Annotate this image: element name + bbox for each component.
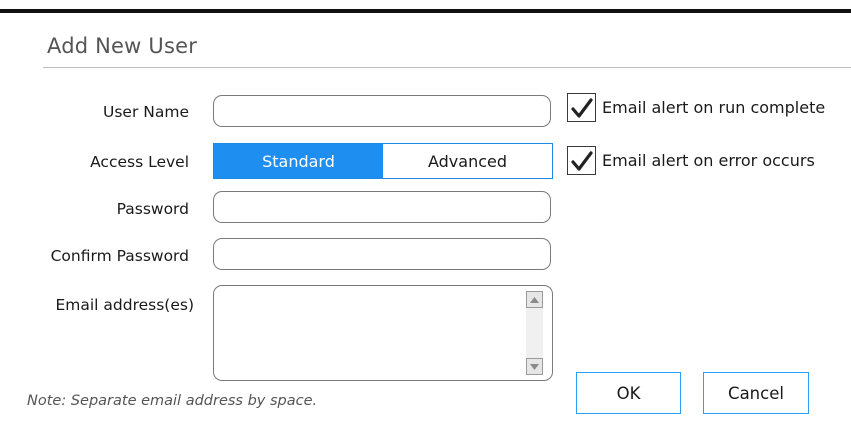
title-divider [43, 67, 851, 68]
access-level-label: Access Level [90, 153, 189, 171]
ok-button[interactable]: OK [576, 372, 681, 414]
confirm-password-input[interactable] [213, 238, 551, 270]
password-input[interactable] [213, 191, 551, 223]
user-name-label: User Name [103, 103, 189, 121]
checkmark-icon [570, 97, 593, 118]
cancel-button[interactable]: Cancel [703, 372, 809, 414]
alert-error-row[interactable]: Email alert on error occurs [567, 146, 815, 175]
alert-error-checkbox[interactable] [567, 146, 596, 175]
email-note: Note: Separate email address by space. [27, 393, 318, 409]
triangle-up-icon [530, 296, 539, 303]
user-name-input[interactable] [213, 95, 551, 127]
add-user-dialog: Add New User User Name Access Level Stan… [0, 13, 851, 427]
access-option-standard[interactable]: Standard [214, 144, 383, 178]
email-label: Email address(es) [55, 296, 194, 314]
alert-run-complete-checkbox[interactable] [567, 93, 596, 122]
access-level-toggle[interactable]: Standard Advanced [213, 143, 553, 179]
checkmark-icon [570, 150, 593, 171]
dialog-title: Add New User [47, 34, 198, 58]
email-scrollbar[interactable] [526, 291, 543, 375]
confirm-password-label: Confirm Password [50, 247, 189, 265]
alert-run-complete-row[interactable]: Email alert on run complete [567, 93, 825, 122]
scroll-down-button[interactable] [526, 358, 543, 375]
email-textarea[interactable] [213, 285, 553, 381]
access-option-advanced[interactable]: Advanced [383, 144, 552, 178]
alert-run-complete-label: Email alert on run complete [602, 98, 826, 117]
scroll-up-button[interactable] [526, 291, 543, 308]
password-label: Password [116, 200, 189, 218]
triangle-down-icon [530, 363, 539, 370]
alert-error-label: Email alert on error occurs [602, 151, 815, 170]
